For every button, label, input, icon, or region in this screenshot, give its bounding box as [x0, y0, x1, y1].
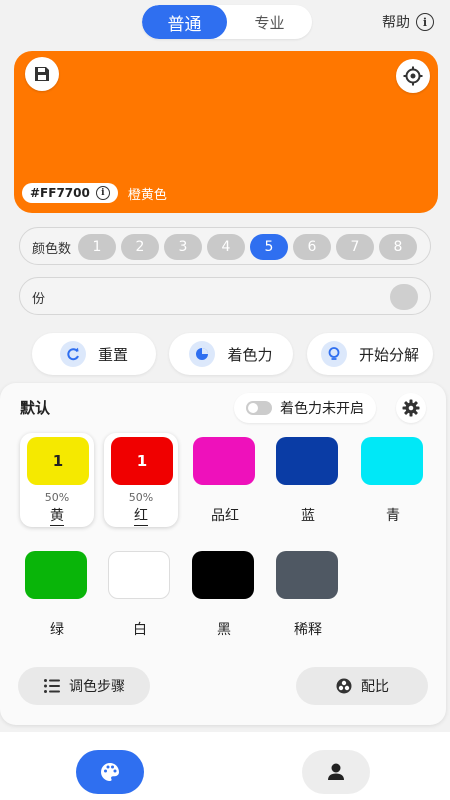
color-chip-cyan	[361, 437, 423, 485]
color-chip-blue	[276, 437, 338, 485]
mode-switch: 普通 专业	[142, 5, 312, 39]
palette-icon	[101, 763, 119, 781]
color-name: 红	[104, 505, 178, 526]
color-name: 蓝	[301, 508, 315, 524]
count-option-5[interactable]: 5	[250, 234, 288, 260]
color-name: 青	[386, 508, 400, 524]
settings-button[interactable]	[396, 393, 426, 423]
list-icon	[44, 679, 60, 693]
help-label: 帮助	[382, 15, 410, 31]
hex-value: #FF7700	[30, 186, 90, 200]
color-cell-red[interactable]: 1 50% 红	[104, 433, 178, 529]
start-decompose-button[interactable]: 开始分解	[307, 333, 433, 375]
info-icon: i	[416, 13, 434, 31]
color-cell-black[interactable]: 黑	[187, 547, 261, 643]
selected-card: 1 50% 黄	[20, 433, 94, 527]
color-cell-white[interactable]: 白	[103, 547, 177, 643]
count-option-1[interactable]: 1	[78, 234, 116, 260]
nav-palette[interactable]	[76, 750, 144, 794]
color-name-text: 红	[134, 508, 148, 526]
pie-chart-icon	[189, 341, 216, 367]
color-count-label: 颜色数	[32, 242, 72, 257]
share-row: 份	[19, 277, 431, 315]
count-option-8[interactable]: 8	[379, 234, 417, 260]
info-icon: i	[95, 186, 110, 200]
reset-button[interactable]: 重置	[32, 333, 156, 375]
toggle-switch-icon	[246, 401, 272, 415]
coloring-power-label: 着色力	[227, 345, 273, 364]
share-slider-knob[interactable]	[390, 284, 418, 310]
color-percent: 50%	[128, 491, 154, 504]
color-name-text: 黄	[50, 508, 64, 526]
coloring-power-button[interactable]: 着色力	[169, 333, 293, 375]
color-percent: 50%	[44, 491, 70, 504]
color-cell-cyan[interactable]: 青	[356, 433, 430, 529]
color-name: 绿	[50, 622, 64, 638]
share-label: 份	[32, 292, 46, 307]
ratio-button[interactable]: 配比	[296, 667, 428, 705]
color-name: 黑	[217, 622, 231, 638]
refresh-icon	[59, 341, 86, 367]
target-icon	[403, 66, 423, 86]
top-bar: 普通 专业 帮助 i	[0, 0, 450, 46]
start-decompose-label: 开始分解	[358, 345, 419, 364]
bottom-nav	[0, 732, 450, 800]
color-cell-magenta[interactable]: 品红	[188, 433, 262, 529]
color-chip-yellow: 1	[27, 437, 89, 485]
color-preview: #FF7700 i 橙黄色	[14, 51, 438, 213]
hex-badge[interactable]: #FF7700 i	[22, 183, 118, 203]
color-chip-black	[192, 551, 254, 599]
user-icon	[328, 763, 344, 780]
ratio-icon	[336, 678, 352, 694]
color-chip-red: 1	[111, 437, 173, 485]
bulb-icon	[320, 341, 347, 367]
help-button[interactable]: 帮助 i	[382, 12, 434, 32]
nav-user[interactable]	[302, 750, 370, 794]
selected-card: 1 50% 红	[104, 433, 178, 527]
toggle-label: 着色力未开启	[280, 401, 364, 417]
color-info: #FF7700 i 橙黄色	[22, 183, 167, 203]
coloring-power-toggle[interactable]: 着色力未开启	[234, 393, 376, 423]
count-option-3[interactable]: 3	[164, 234, 202, 260]
color-chip-magenta	[193, 437, 255, 485]
save-button[interactable]	[25, 57, 59, 91]
color-name: 白	[133, 622, 147, 638]
color-name: 品红	[211, 508, 239, 524]
tab-normal[interactable]: 普通	[142, 5, 227, 39]
color-cell-yellow[interactable]: 1 50% 黄	[20, 433, 94, 529]
save-icon	[35, 67, 49, 81]
color-chip-white	[108, 551, 170, 599]
color-name: 橙黄色	[127, 187, 167, 203]
target-button[interactable]	[396, 59, 430, 93]
count-option-6[interactable]: 6	[293, 234, 331, 260]
color-chip-dilute	[276, 551, 338, 599]
color-cell-green[interactable]: 绿	[20, 547, 94, 643]
color-name: 稀释	[294, 622, 322, 638]
palette-title: 默认	[20, 399, 51, 417]
mixing-steps-button[interactable]: 调色步骤	[18, 667, 150, 705]
mixing-steps-label: 调色步骤	[69, 679, 125, 695]
count-option-4[interactable]: 4	[207, 234, 245, 260]
gear-icon	[402, 399, 420, 417]
color-count-row: 颜色数 1 2 3 4 5 6 7 8	[19, 227, 431, 265]
count-option-7[interactable]: 7	[336, 234, 374, 260]
color-cell-dilute[interactable]: 稀释	[271, 547, 345, 643]
color-chip-green	[25, 551, 87, 599]
ratio-label: 配比	[361, 679, 389, 695]
reset-label: 重置	[97, 345, 128, 364]
count-option-2[interactable]: 2	[121, 234, 159, 260]
color-cell-blue[interactable]: 蓝	[271, 433, 345, 529]
tab-professional[interactable]: 专业	[227, 5, 312, 39]
color-name: 黄	[20, 505, 94, 526]
